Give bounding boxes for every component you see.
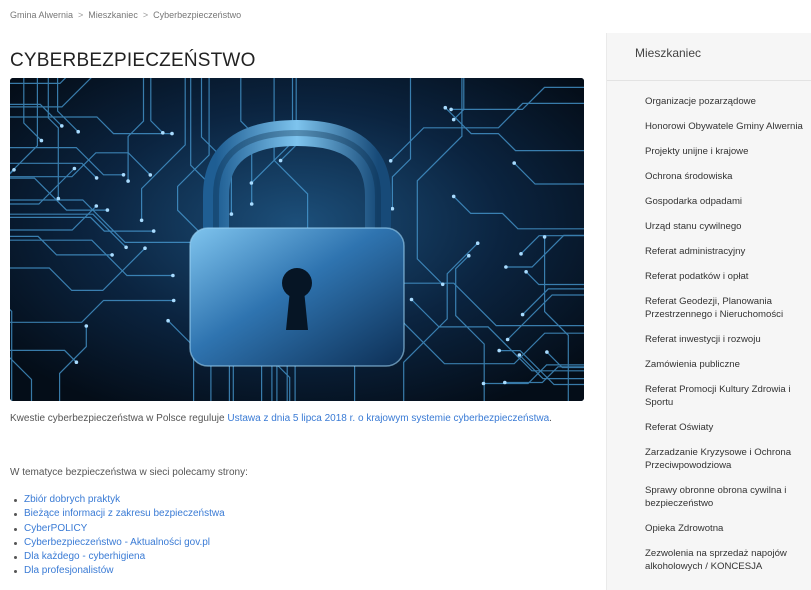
sidebar-menu: Organizacje pozarządowe Honorowi Obywate… <box>607 81 811 579</box>
sidebar-item-referat-geodezji[interactable]: Referat Geodezji, Planowania Przestrzenn… <box>607 289 811 327</box>
link-zbior-dobrych-praktyk[interactable]: Zbiór dobrych praktyk <box>24 494 120 505</box>
sidebar-item-referat-promocji[interactable]: Referat Promocji Kultury Zdrowia i Sport… <box>607 377 811 415</box>
list-item: CyberPOLICY <box>14 522 225 536</box>
breadcrumb-current: Cyberbezpieczeństwo <box>153 10 242 20</box>
sidebar-title: Mieszkaniec <box>607 33 811 81</box>
recommend-heading: W tematyce bezpieczeństwa w sieci poleca… <box>10 467 248 478</box>
sidebar-item-referat-podatkow[interactable]: Referat podatków i opłat <box>607 264 811 289</box>
breadcrumb-separator: > <box>78 10 84 20</box>
recommended-links-list: Zbiór dobrych praktyk Bieżące informacji… <box>10 493 225 579</box>
intro-paragraph: Kwestie cyberbezpieczeństwa w Polsce reg… <box>10 413 600 424</box>
page-title: CYBERBEZPIECZEŃSTWO <box>10 50 256 71</box>
sidebar-item-opieka-zdrowotna[interactable]: Opieka Zdrowotna <box>607 516 811 541</box>
link-aktualnosci-gov[interactable]: Cyberbezpieczeństwo - Aktualności gov.pl <box>24 537 210 548</box>
sidebar: Mieszkaniec Organizacje pozarządowe Hono… <box>606 33 811 590</box>
intro-text: Kwestie cyberbezpieczeństwa w Polsce reg… <box>10 413 228 424</box>
sidebar-item-zezwolenia[interactable]: Zezwolenia na sprzedaż napojów alkoholow… <box>607 541 811 579</box>
link-dla-profesjonalistow[interactable]: Dla profesjonalistów <box>24 565 114 576</box>
sidebar-item-referat-administracyjny[interactable]: Referat administracyjny <box>607 239 811 264</box>
breadcrumb: Gmina Alwernia > Mieszkaniec > Cyberbezpiecz… <box>10 10 241 20</box>
list-item: Bieżące informacji z zakresu bezpieczeńs… <box>14 507 225 521</box>
sidebar-item-urzad-stanu-cywilnego[interactable]: Urząd stanu cywilnego <box>607 214 811 239</box>
sidebar-item-ochrona-srodowiska[interactable]: Ochrona środowiska <box>607 164 811 189</box>
sidebar-item-honorowi-obywatele[interactable]: Honorowi Obywatele Gminy Alwernia <box>607 114 811 139</box>
list-item: Dla każdego - cyberhigiena <box>14 550 225 564</box>
link-cyberpolicy[interactable]: CyberPOLICY <box>24 523 87 534</box>
sidebar-item-zamowienia[interactable]: Zamówienia publiczne <box>607 352 811 377</box>
list-item: Dla profesjonalistów <box>14 564 225 578</box>
sidebar-item-projekty[interactable]: Projekty unijne i krajowe <box>607 139 811 164</box>
sidebar-item-zarzadzanie-kryzysowe[interactable]: Zarzadzanie Kryzysowe i Ochrona Przeciwp… <box>607 440 811 478</box>
link-cyberhigiena[interactable]: Dla każdego - cyberhigiena <box>24 551 145 562</box>
sidebar-item-referat-inwestycji[interactable]: Referat inwestycji i rozwoju <box>607 327 811 352</box>
sidebar-item-gospodarka-odpadami[interactable]: Gospodarka odpadami <box>607 189 811 214</box>
breadcrumb-separator: > <box>142 10 149 20</box>
sidebar-item-sprawy-obronne[interactable]: Sprawy obronne obrona cywilna i bezpiecz… <box>607 478 811 516</box>
sidebar-item-organizacje[interactable]: Organizacje pozarządowe <box>607 89 811 114</box>
breadcrumb-home-link[interactable]: Gmina Alwernia <box>10 10 73 20</box>
list-item: Cyberbezpieczeństwo - Aktualności gov.pl <box>14 536 225 550</box>
sidebar-item-referat-oswiaty[interactable]: Referat Oświaty <box>607 415 811 440</box>
list-item: Zbiór dobrych praktyk <box>14 493 225 507</box>
intro-period: . <box>549 413 552 424</box>
padlock-circuit-icon <box>10 78 584 401</box>
link-biezace-informacje[interactable]: Bieżące informacji z zakresu bezpieczeńs… <box>24 508 225 519</box>
hero-image <box>10 78 584 401</box>
breadcrumb-mieszkaniec-link[interactable]: Mieszkaniec <box>88 10 138 20</box>
ustawa-link[interactable]: Ustawa z dnia 5 lipca 2018 r. o krajowym… <box>227 413 549 424</box>
